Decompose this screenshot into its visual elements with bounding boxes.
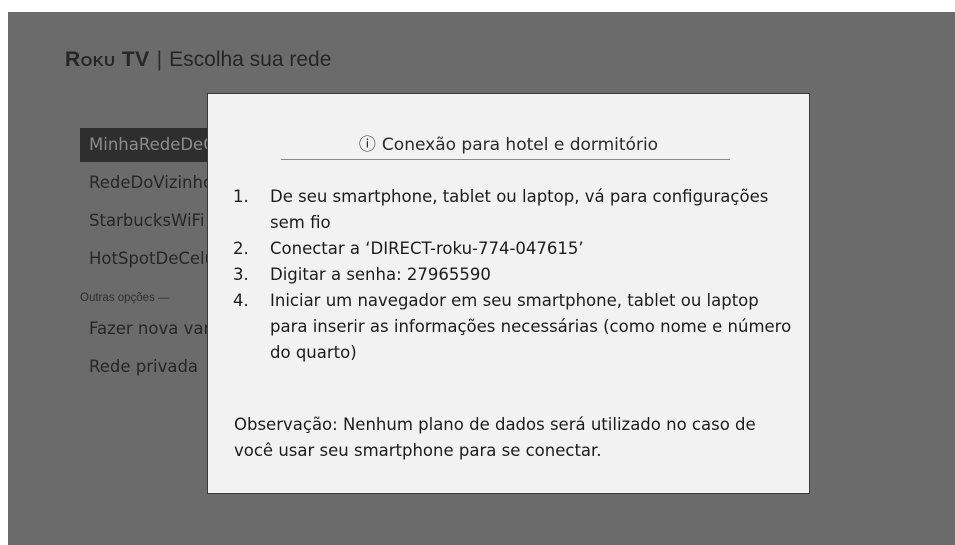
instruction-steps: 1. De seu smartphone, tablet ou laptop, … (228, 184, 793, 366)
dialog-title-text: Conexão para hotel e dormitório (381, 135, 659, 155)
header-separator: | (156, 48, 163, 71)
step-number: 4. (233, 291, 249, 310)
step-text: Digitar a senha: 27965590 (270, 265, 491, 284)
dialog-title: ⓘ Conexão para hotel e dormitório (208, 130, 809, 155)
roku-tv-logo: Roku TV (65, 48, 150, 71)
other-options-label: Outras opções — (80, 292, 170, 304)
page-header: Roku TV | Escolha sua rede (65, 48, 331, 72)
info-icon: ⓘ (358, 135, 376, 155)
step-text: Iniciar um navegador em seu smartphone, … (270, 291, 792, 362)
step-item: 4. Iniciar um navegador em seu smartphon… (228, 288, 793, 366)
step-number: 2. (233, 239, 249, 258)
step-item: 2. Conectar a ‘DIRECT-roku-774-047615’ (228, 236, 793, 262)
step-number: 3. (233, 265, 249, 284)
hotel-connection-dialog: ⓘ Conexão para hotel e dormitório 1. De s… (207, 93, 810, 494)
title-divider (281, 159, 730, 160)
step-item: 3. Digitar a senha: 27965590 (228, 262, 793, 288)
step-number: 1. (233, 187, 249, 206)
step-text: De seu smartphone, tablet ou laptop, vá … (270, 187, 769, 232)
step-text: Conectar a ‘DIRECT-roku-774-047615’ (270, 239, 584, 258)
step-item: 1. De seu smartphone, tablet ou laptop, … (228, 184, 793, 236)
dialog-note: Observação: Nenhum plano de dados será u… (234, 415, 756, 460)
page-title: Escolha sua rede (169, 48, 332, 71)
